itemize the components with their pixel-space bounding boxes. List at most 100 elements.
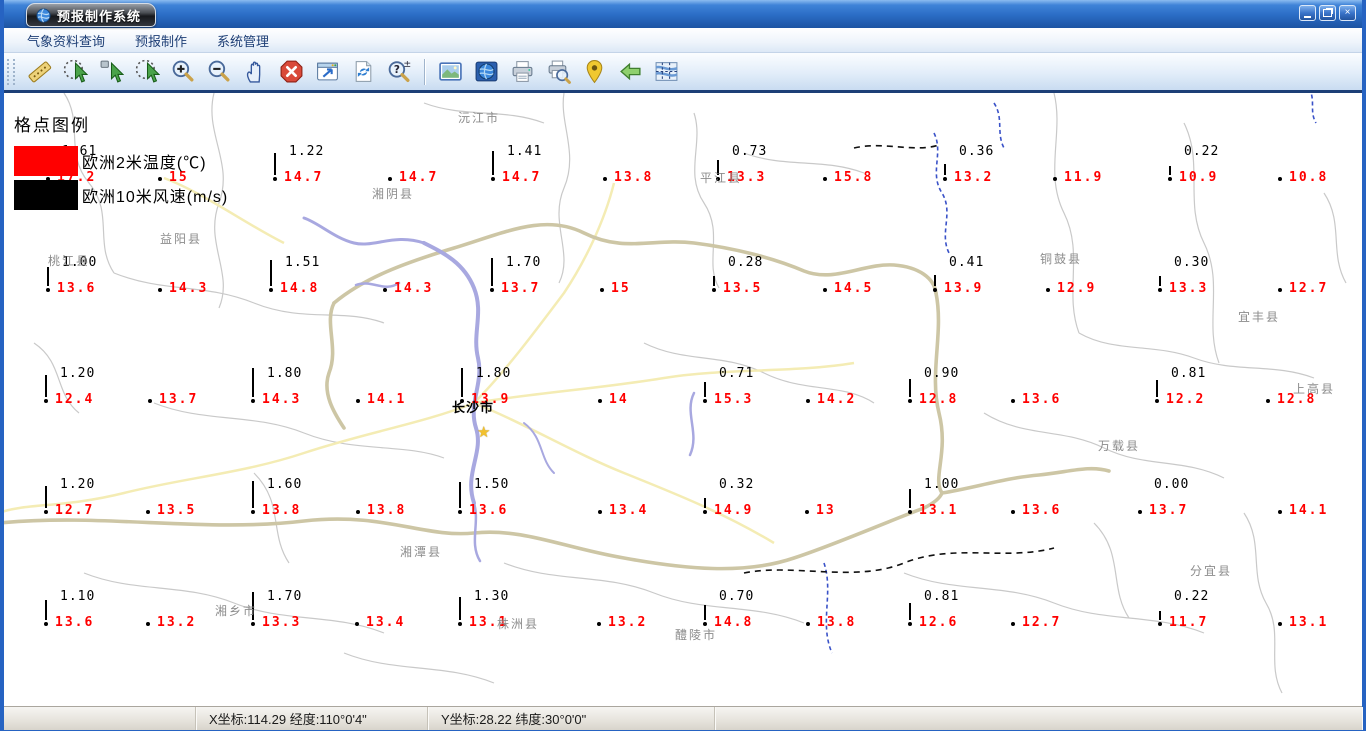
toolbar-stop-button[interactable] <box>278 58 305 85</box>
wind-barb <box>1159 611 1161 620</box>
grid-point-dot <box>46 288 50 292</box>
grid-point-dot <box>1278 622 1282 626</box>
temperature-value: 13.6 <box>57 281 97 296</box>
grid-point-dot <box>703 510 707 514</box>
county-label: 平江县 <box>700 171 743 185</box>
temperature-value: 13.7 <box>159 392 199 407</box>
wind-speed-value: 0.81 <box>924 589 960 604</box>
wind-barb <box>459 482 461 508</box>
grid-point-dot <box>600 288 604 292</box>
temperature-value: 12.7 <box>1289 281 1329 296</box>
county-label: 湘潭县 <box>400 545 443 559</box>
temperature-value: 12.7 <box>1022 615 1062 630</box>
grid-legend: 格点图例 欧洲2米温度(℃) 欧洲10米风速(m/s) <box>14 111 228 214</box>
grid-point-dot <box>1046 288 1050 292</box>
grid-point-dot <box>598 399 602 403</box>
grid-point-dot <box>908 622 912 626</box>
toolbar-select-lasso-button[interactable] <box>134 58 161 85</box>
temperature-value: 15.8 <box>834 170 874 185</box>
grid-point-dot <box>598 510 602 514</box>
toolbar-globe-button[interactable] <box>473 58 500 85</box>
app-window: 预报制作系统 × 气象资料查询 预报制作 系统管理 ? ± 17.2 1.61 … <box>0 0 1366 731</box>
wind-speed-value: 1.20 <box>60 366 96 381</box>
temperature-value: 14.3 <box>169 281 209 296</box>
window-export-icon <box>317 62 338 81</box>
toolbar-map-grid-button[interactable] <box>653 58 680 85</box>
menu-item-system-management[interactable]: 系统管理 <box>202 31 284 50</box>
statusbar-y-coordinate: Y坐标:28.22 纬度:30°0'0" <box>428 707 715 730</box>
grid-point-dot <box>458 510 462 514</box>
zoom-out-icon <box>208 60 230 82</box>
close-button[interactable]: × <box>1339 5 1356 21</box>
wind-speed-value: 0.71 <box>719 366 755 381</box>
legend-label-temperature: 欧洲2米温度(℃) <box>82 155 207 172</box>
toolbar-image-button[interactable] <box>437 58 464 85</box>
toolbar-grip[interactable] <box>7 58 15 85</box>
temperature-value: 10.8 <box>1289 170 1329 185</box>
menu-item-forecast-production[interactable]: 预报制作 <box>120 31 202 50</box>
app-title-tab: 预报制作系统 <box>26 3 157 27</box>
wind-barb <box>47 267 49 286</box>
select-dotted-icon <box>63 59 88 83</box>
grid-point-dot <box>1278 177 1282 181</box>
map-pin-icon <box>586 60 603 84</box>
temperature-swatch <box>14 146 78 176</box>
windspeed-swatch <box>14 180 78 210</box>
grid-point-dot <box>251 399 255 403</box>
refresh-page-icon <box>355 61 372 82</box>
minimize-button[interactable] <box>1299 5 1316 21</box>
toolbar-refresh-page-button[interactable] <box>350 58 377 85</box>
grid-point-dot <box>1138 510 1142 514</box>
temperature-value: 14.3 <box>394 281 434 296</box>
toolbar-select-dotted-button[interactable] <box>62 58 89 85</box>
grid-point-dot <box>44 399 48 403</box>
toolbar-zoom-query-button[interactable]: ? ± <box>386 58 413 85</box>
temperature-value: 14.8 <box>280 281 320 296</box>
wind-speed-value: 0.22 <box>1184 144 1220 159</box>
toolbar-back-arrow-button[interactable] <box>617 58 644 85</box>
map-canvas[interactable]: 17.2 1.61 15 14.7 1.22 14.7 14.7 1.41 13.8 13.3 0.… <box>4 93 1362 706</box>
county-label: 桃江县 <box>48 254 91 268</box>
wind-speed-value: 1.30 <box>474 589 510 604</box>
toolbar-print-button[interactable] <box>509 58 536 85</box>
wind-speed-value: 0.81 <box>1171 366 1207 381</box>
toolbar-select-box-button[interactable] <box>98 58 125 85</box>
grid-point-dot <box>273 177 277 181</box>
restore-button[interactable] <box>1319 5 1336 21</box>
toolbar-print-preview-button[interactable] <box>545 58 572 85</box>
temperature-value: 13.5 <box>157 503 197 518</box>
grid-point-dot <box>458 622 462 626</box>
toolbar-map-pin-button[interactable] <box>581 58 608 85</box>
city-label: 长沙市 <box>452 400 495 415</box>
grid-point-dot <box>158 288 162 292</box>
grid-point-dot <box>388 177 392 181</box>
wind-barb <box>713 276 715 286</box>
wind-speed-value: 1.60 <box>267 477 303 492</box>
grid-point-dot <box>251 622 255 626</box>
toolbar-window-export-button[interactable] <box>314 58 341 85</box>
toolbar-zoom-in-button[interactable] <box>170 58 197 85</box>
grid-point-dot <box>356 510 360 514</box>
toolbar-ruler-button[interactable] <box>26 58 53 85</box>
grid-point-dot <box>603 177 607 181</box>
wind-barb <box>461 368 463 397</box>
temperature-value: 12.8 <box>919 392 959 407</box>
county-label: 宜丰县 <box>1238 310 1281 324</box>
wind-barb <box>704 605 706 620</box>
wind-barb <box>492 151 494 175</box>
temperature-value: 14.2 <box>817 392 857 407</box>
grid-point-dot <box>355 622 359 626</box>
temperature-value: 13.4 <box>609 503 649 518</box>
temperature-value: 13.7 <box>501 281 541 296</box>
grid-point-dot <box>1168 177 1172 181</box>
menu-item-weather-data-query[interactable]: 气象资料查询 <box>12 31 120 50</box>
statusbar-panel-right <box>715 707 1362 730</box>
wind-barb <box>45 600 47 620</box>
temperature-value: 13.6 <box>55 615 95 630</box>
temperature-value: 12.4 <box>55 392 95 407</box>
temperature-value: 13.1 <box>1289 615 1329 630</box>
toolbar-pan-hand-button[interactable] <box>242 58 269 85</box>
toolbar-zoom-out-button[interactable] <box>206 58 233 85</box>
grid-point-dot <box>1158 622 1162 626</box>
wind-speed-value: 1.50 <box>474 477 510 492</box>
